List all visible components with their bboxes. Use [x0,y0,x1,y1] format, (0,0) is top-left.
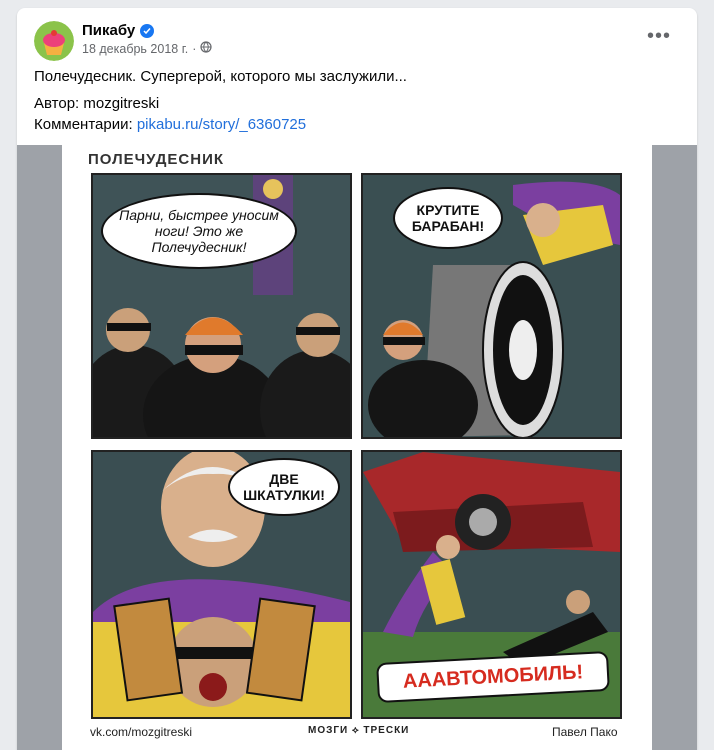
post-text-line1: Полечудесник. Супергерой, которого мы за… [34,68,407,85]
post-date[interactable]: 18 декабрь 2018 г. [82,42,188,56]
speech-bubble-2: КРУТИТЕ БАРАБАН! [393,187,503,249]
comic-panel-1: Парни, быстрее уносим ноги! Это же Полеч… [91,173,352,439]
comments-label: Комментарии: [34,116,137,133]
post-author-line: Автор: mozgitreski [34,95,160,112]
comic-footer-vk: vk.com/mozgitreski [90,725,193,739]
page-avatar[interactable] [34,21,74,61]
globe-icon [200,41,212,56]
post-comments-line: Комментарии: pikabu.ru/story/_6360725 [34,116,306,133]
comic-image[interactable]: ПОЛЕЧУДЕСНИК Парни, быстрее уносим ноги!… [62,145,652,750]
page-name[interactable]: Пикабу [82,22,155,39]
comic-panel-2: КРУТИТЕ БАРАБАН! [361,173,622,439]
more-options-icon[interactable]: ••• [647,26,671,46]
page-name-text[interactable]: Пикабу [82,22,135,39]
verified-badge-icon [140,23,155,38]
meta-separator: · [192,41,197,56]
speech-bubble-1: Парни, быстрее уносим ноги! Это же Полеч… [101,193,297,269]
post-meta: 18 декабрь 2018 г. · [82,41,212,56]
comic-panel-4: АААВТОМОБИЛЬ! [361,450,622,719]
comic-title: ПОЛЕЧУДЕСНИК [88,151,225,168]
comic-footer-author: Павел Пако [552,725,618,739]
comic-panel-3: ДВЕ ШКАТУЛКИ! [91,450,352,719]
comments-link[interactable]: pikabu.ru/story/_6360725 [137,116,306,133]
speech-bubble-3: ДВЕ ШКАТУЛКИ! [228,458,340,516]
post-image[interactable]: ПОЛЕЧУДЕСНИК Парни, быстрее уносим ноги!… [17,145,697,750]
post-card: Пикабу 18 декабрь 2018 г. · ••• Полечуде… [17,8,697,750]
comic-footer-logo: МОЗГИ ⟡ ТРЕСКИ [308,725,410,736]
